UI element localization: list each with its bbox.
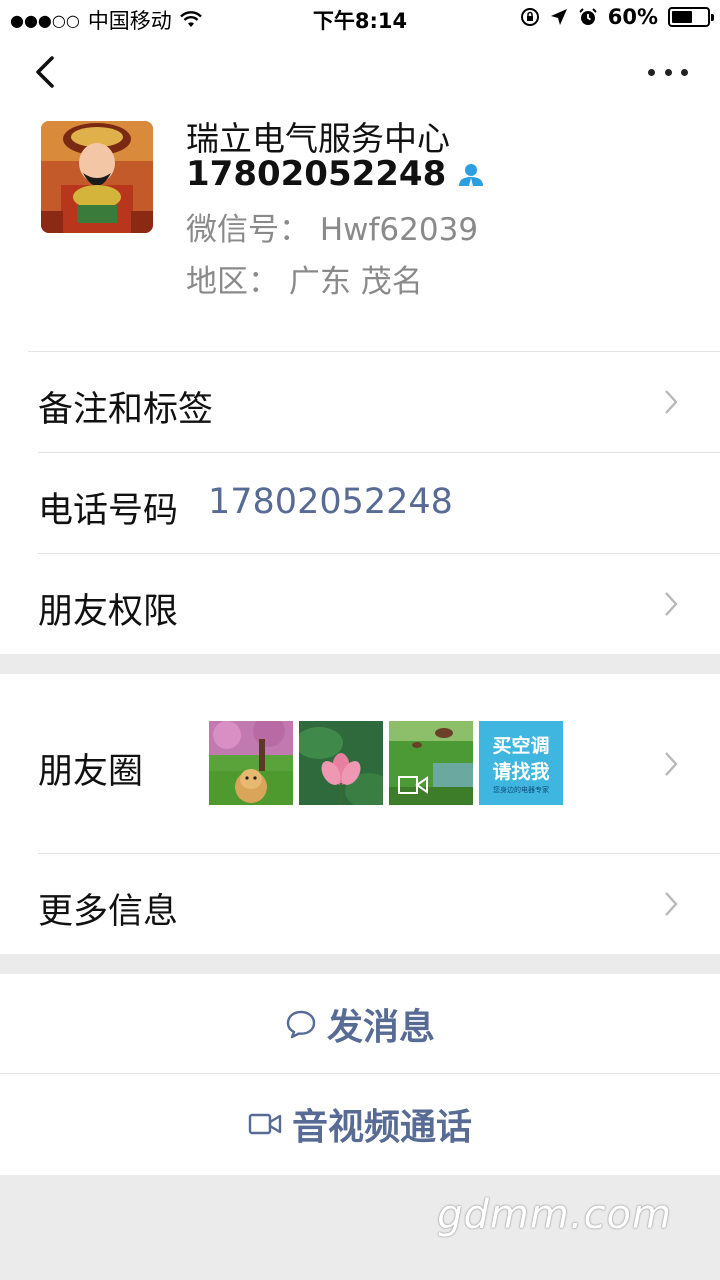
phone-number-link[interactable]: 17802052248 <box>208 482 453 522</box>
moments-thumbnail-lotus[interactable] <box>299 721 383 805</box>
ad-line-2: 请找我 <box>492 761 550 783</box>
chevron-right-icon <box>665 592 678 616</box>
wechat-id: 微信号： Hwf62039 <box>186 212 479 248</box>
alarm-icon <box>579 8 597 25</box>
location-arrow-icon <box>550 9 567 25</box>
battery-percent: 60% <box>607 5 658 29</box>
more-dot-icon <box>664 68 672 76</box>
ad-line-1: 买空调 <box>492 735 550 757</box>
remarks-tags-row[interactable]: 备注和标签 <box>0 352 720 452</box>
status-bar: ●●●○○ 中国移动 下午8:14 60% <box>0 0 720 36</box>
chat-bubble-icon <box>286 1010 316 1038</box>
friend-permissions-row[interactable]: 朋友权限 <box>0 554 720 654</box>
watermark: gdmm.com <box>437 1192 672 1238</box>
section-separator <box>0 954 720 974</box>
video-call-button[interactable]: 音视频通话 <box>0 1074 720 1174</box>
video-call-label: 音视频通话 <box>291 1107 472 1148</box>
send-message-label: 发消息 <box>326 1006 435 1048</box>
more-info-row[interactable]: 更多信息 <box>0 854 720 954</box>
contact-phone-title: 17802052248 <box>186 154 447 194</box>
chevron-left-icon <box>36 56 54 88</box>
more-options-button[interactable] <box>648 56 688 88</box>
remarks-tags-label: 备注和标签 <box>38 390 214 430</box>
battery-icon <box>668 7 714 27</box>
send-message-button[interactable]: 发消息 <box>0 974 720 1073</box>
moments-label: 朋友圈 <box>38 752 144 792</box>
battery-level <box>672 11 693 23</box>
more-dot-icon <box>648 68 655 76</box>
moments-thumbnail-video[interactable] <box>389 721 473 805</box>
ad-line-3: 您身边的电器专家 <box>493 786 549 794</box>
section-separator <box>0 654 720 674</box>
avatar[interactable] <box>41 121 153 233</box>
contact-name: 瑞立电气服务中心 <box>186 119 450 158</box>
region: 地区： 广东 茂名 <box>186 264 423 300</box>
chevron-right-icon <box>665 892 678 916</box>
back-button[interactable] <box>28 50 68 94</box>
phone-row[interactable]: 电话号码 17802052248 <box>0 453 720 553</box>
more-dot-icon <box>681 68 688 76</box>
phone-label: 电话号码 <box>38 491 179 531</box>
moments-thumbnail-dog[interactable] <box>209 721 293 805</box>
rotation-lock-icon <box>520 8 539 26</box>
chevron-right-icon <box>665 390 678 414</box>
video-camera-icon <box>248 1113 282 1135</box>
contact-person-icon <box>459 164 483 186</box>
avatar-image <box>41 121 153 233</box>
chevron-right-icon <box>665 752 678 776</box>
more-info-label: 更多信息 <box>38 892 179 932</box>
moments-thumbnail-ad[interactable]: 买空调 请找我 您身边的电器专家 <box>479 721 563 805</box>
friend-permissions-label: 朋友权限 <box>38 592 179 632</box>
